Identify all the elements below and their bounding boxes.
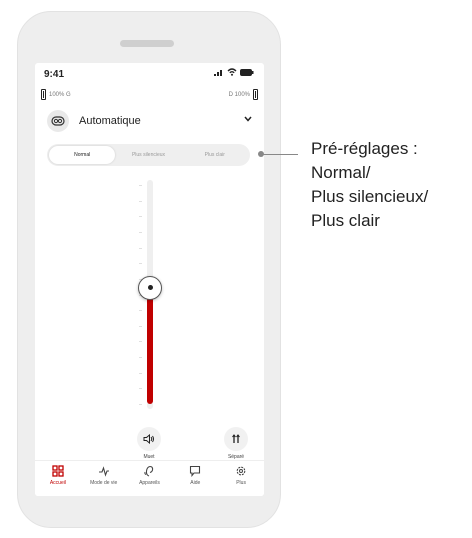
tab-mode-de-vie[interactable]: Mode de vie	[81, 461, 127, 496]
split-button[interactable]	[224, 427, 248, 451]
status-icons	[214, 68, 254, 76]
wifi-icon	[227, 68, 237, 76]
slider-tick	[139, 341, 142, 343]
program-selector[interactable]: Automatique	[41, 110, 258, 134]
callout-line: Normal/	[311, 163, 371, 182]
slider-tick	[139, 388, 142, 390]
slider-tick	[139, 357, 142, 359]
callout-line: Pré-réglages :	[311, 139, 418, 158]
tab-label: Plus	[236, 480, 246, 486]
battery-left-icon	[41, 89, 46, 100]
activity-icon	[98, 466, 109, 477]
slider-tick	[139, 216, 142, 218]
tab-appareils[interactable]: Appareils	[127, 461, 173, 496]
tab-aide[interactable]: Aide	[172, 461, 218, 496]
callout-line: Plus clair	[311, 211, 380, 230]
slider-fill	[147, 287, 153, 404]
signal-icon	[214, 69, 222, 76]
grid-icon	[52, 465, 64, 477]
chat-bubble-icon	[190, 465, 201, 477]
hearing-aid-battery-row: 100% G D 100%	[41, 89, 258, 103]
chevron-down-icon[interactable]	[244, 116, 252, 122]
preset-normal[interactable]: Normal	[49, 146, 116, 164]
split-sliders-icon	[232, 434, 240, 443]
slider-tick	[139, 185, 142, 186]
slider-tick	[139, 247, 142, 249]
slider-tick	[139, 263, 142, 265]
program-name: Automatique	[79, 115, 141, 127]
status-time: 9:41	[44, 69, 65, 80]
hearing-aid-icon	[144, 465, 154, 477]
left-battery-text: 100% G	[49, 91, 71, 98]
tab-label: Aide	[190, 480, 201, 486]
speaker-icon	[143, 434, 154, 444]
preset-plus-clair[interactable]: Plus clair	[182, 146, 248, 164]
callout-line: Plus silencieux/	[311, 187, 429, 206]
slider-handle-dot	[147, 285, 153, 291]
right-battery-text: D 100%	[228, 91, 250, 98]
bottom-tab-bar: Accueil Mode de vie Appareils Aide Plus	[35, 460, 264, 496]
preset-segmented-control: Normal Plus silencieux Plus clair	[47, 144, 250, 166]
callout-leader-line	[263, 154, 298, 155]
right-aid-battery: D 100%	[229, 89, 258, 100]
volume-slider[interactable]	[138, 180, 162, 414]
program-badge	[47, 110, 69, 132]
tab-label: Accueil	[49, 480, 66, 486]
tab-plus[interactable]: Plus	[218, 461, 264, 496]
tab-accueil[interactable]: Accueil	[35, 461, 81, 496]
tab-label: Appareils	[139, 480, 160, 486]
phone-battery-icon	[240, 68, 254, 76]
battery-right-icon	[253, 89, 258, 100]
phone-speaker	[120, 40, 174, 47]
slider-handle[interactable]	[138, 275, 162, 300]
callout-annotation: Pré-réglages : Normal/ Plus silencieux/ …	[311, 137, 428, 233]
slider-tick	[139, 231, 142, 233]
slider-tick	[139, 404, 142, 405]
left-aid-battery: 100% G	[41, 89, 71, 100]
gear-icon	[236, 466, 246, 476]
slider-tick	[139, 372, 142, 374]
mute-button[interactable]	[137, 427, 161, 451]
automatic-program-icon	[51, 116, 65, 126]
app-screen: 9:41 100% G D 100% Automatique Normal Pl…	[35, 63, 264, 496]
slider-tick	[139, 200, 142, 202]
preset-plus-silencieux[interactable]: Plus silencieux	[115, 146, 181, 164]
slider-tick	[139, 310, 142, 312]
tab-label: Mode de vie	[90, 480, 118, 486]
slider-tick	[139, 325, 142, 327]
